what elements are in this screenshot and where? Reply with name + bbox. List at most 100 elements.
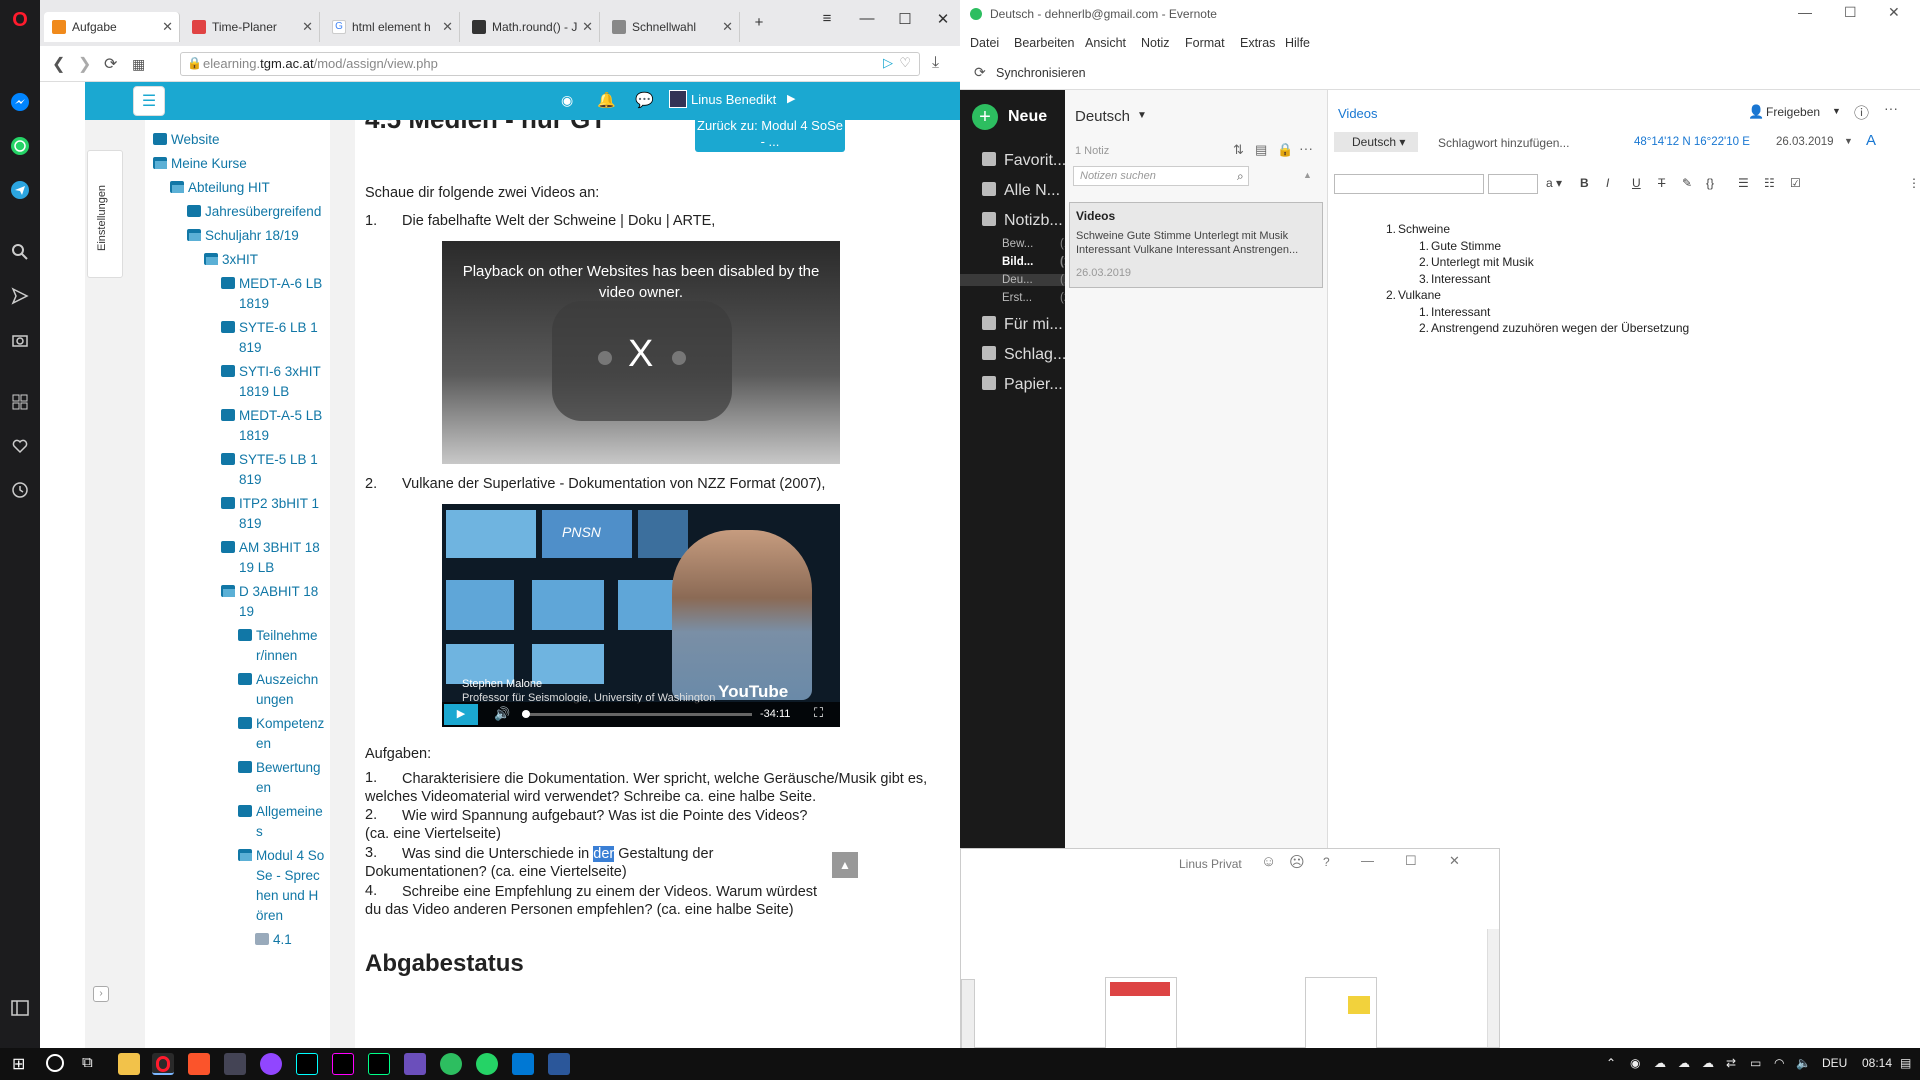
notebook-item-selected[interactable]: Deu...(1) xyxy=(960,274,1074,286)
send-icon[interactable] xyxy=(8,284,32,308)
info-icon[interactable]: ⓘ xyxy=(1854,102,1869,123)
close-tab-icon[interactable]: ✕ xyxy=(162,19,173,35)
share-button[interactable]: Freigeben xyxy=(1766,105,1820,119)
task-view-icon[interactable]: ⧉ xyxy=(82,1054,93,1071)
nav-tree-item[interactable]: Meine Kurse xyxy=(145,154,325,174)
menu-bearbeiten[interactable]: Bearbeiten xyxy=(1014,36,1074,50)
tab-time-planer[interactable]: Time-Planer ✕ xyxy=(184,12,320,42)
avatar[interactable] xyxy=(669,90,687,108)
more-icon[interactable]: ··· xyxy=(1299,140,1313,156)
toolbar-more-icon[interactable]: ⋮ xyxy=(1908,176,1920,190)
note-card[interactable]: Videos Schweine Gute Stimme Unterlegt mi… xyxy=(1069,202,1323,288)
menu-datei[interactable]: Datei xyxy=(970,36,999,50)
text-style-icon[interactable]: A xyxy=(1866,132,1876,149)
opera-logo-icon[interactable]: O xyxy=(8,8,32,32)
share-icon[interactable]: 👤 xyxy=(1748,104,1764,120)
note-body[interactable]: 1. Schweine 1. Gute Stimme 2. Unterlegt mit M… xyxy=(1328,222,1920,338)
nav-tree-item[interactable]: Modul 4 SoSe - Sprechen und Hören xyxy=(145,846,325,926)
tray-app-icon[interactable]: ☁ xyxy=(1702,1056,1714,1070)
search-icon[interactable]: ⌕ xyxy=(1237,169,1244,184)
cortana-icon[interactable] xyxy=(46,1054,64,1072)
more-icon[interactable]: ··· xyxy=(1884,100,1898,116)
menu-extras[interactable]: Extras xyxy=(1240,36,1275,50)
app-icon[interactable] xyxy=(260,1053,282,1075)
nav-tree-item[interactable]: Bewertungen xyxy=(145,758,325,798)
sync-button[interactable]: Synchronisieren xyxy=(996,66,1086,80)
sidebar-toggle-icon[interactable] xyxy=(8,996,32,1020)
notebook-item[interactable]: Erst...(2) xyxy=(1002,292,1074,304)
bullet-list-icon[interactable]: ☰ xyxy=(1738,176,1749,190)
notebook-item[interactable]: Bew...(1) xyxy=(1002,238,1074,250)
tab-math-round[interactable]: Math.round() - J ✕ xyxy=(464,12,600,42)
outlook-icon[interactable] xyxy=(512,1053,534,1075)
play-icon[interactable]: ▶ xyxy=(444,704,478,725)
speed-dial-icon[interactable] xyxy=(8,390,32,414)
caret-right-icon[interactable]: ▶ xyxy=(787,92,795,105)
collapse-icon[interactable]: ▲ xyxy=(1303,170,1312,180)
document-thumbnail[interactable] xyxy=(1105,977,1177,1049)
tab-schnellwahl[interactable]: Schnellwahl ✕ xyxy=(604,12,740,42)
minimize-icon[interactable]: — xyxy=(1361,853,1374,868)
app-icon[interactable] xyxy=(224,1053,246,1075)
tab-aufgabe[interactable]: Aufgabe ✕ xyxy=(44,12,180,42)
intellij-icon[interactable] xyxy=(296,1053,318,1075)
nav-tree-item[interactable]: ITP2 3bHIT 1819 xyxy=(145,494,325,534)
notebook-item[interactable]: Bild...(1) xyxy=(1002,256,1074,268)
target-icon[interactable]: ◉ xyxy=(561,92,573,109)
sidebar-item-favorites[interactable]: Favorit... xyxy=(982,152,1066,170)
forward-icon[interactable]: ❯ xyxy=(78,54,91,74)
windows-start-icon[interactable]: ⊞ xyxy=(12,1054,25,1074)
chat-icon[interactable]: 💬 xyxy=(635,91,654,109)
menu-ansicht[interactable]: Ansicht xyxy=(1085,36,1126,50)
close-window-icon[interactable]: ✕ xyxy=(1888,4,1900,21)
network-icon[interactable]: ◠ xyxy=(1774,1056,1784,1070)
tab-html-element[interactable]: G html element h ✕ xyxy=(324,12,460,42)
download-icon[interactable]: ⤓ xyxy=(932,54,939,72)
new-tab-icon[interactable]: + xyxy=(746,14,772,36)
menu-hilfe[interactable]: Hilfe xyxy=(1285,36,1310,50)
sidebar-item-all-notes[interactable]: Alle N... xyxy=(982,182,1060,200)
battery-icon[interactable]: ▭ xyxy=(1750,1056,1761,1070)
messenger-icon[interactable] xyxy=(8,90,32,114)
close-tab-icon[interactable]: ✕ xyxy=(722,19,733,35)
nav-tree-item[interactable]: Teilnehmer/innen xyxy=(145,626,325,666)
menu-toggle-icon[interactable]: ☰ xyxy=(133,86,165,116)
language-indicator[interactable]: DEU xyxy=(1822,1056,1847,1070)
progress-track[interactable] xyxy=(522,713,752,716)
new-note-button[interactable]: Neue xyxy=(1008,108,1047,126)
document-thumbnail[interactable] xyxy=(1305,977,1377,1049)
telegram-icon[interactable] xyxy=(8,178,32,202)
nav-tree-item[interactable]: Jahresübergreifend xyxy=(145,202,325,222)
maximize-icon[interactable]: ☐ xyxy=(892,10,918,32)
minimize-icon[interactable]: — xyxy=(1798,4,1812,20)
maximize-icon[interactable]: ☐ xyxy=(1405,853,1417,869)
progress-handle[interactable] xyxy=(522,710,530,718)
nav-tree-item[interactable]: AM 3BHIT 1819 LB xyxy=(145,538,325,578)
tray-app-icon[interactable]: ◉ xyxy=(1630,1056,1640,1070)
highlight-icon[interactable]: ✎ xyxy=(1682,176,1692,190)
chevron-down-icon[interactable]: ▼ xyxy=(1832,106,1841,116)
sidebar-item-trash[interactable]: Papier... xyxy=(982,376,1063,394)
close-window-icon[interactable]: ✕ xyxy=(1449,853,1460,869)
nav-tree-item[interactable]: SYTE-6 LB 1819 xyxy=(145,318,325,358)
tray-app-icon[interactable]: ⇄ xyxy=(1726,1056,1736,1070)
tray-app-icon[interactable]: ☁ xyxy=(1654,1056,1666,1070)
italic-icon[interactable]: I xyxy=(1606,176,1609,190)
sync-icon[interactable]: ⟳ xyxy=(974,64,986,81)
volume-icon[interactable]: 🔈 xyxy=(1796,1056,1811,1070)
frown-icon[interactable]: ☹ xyxy=(1289,853,1305,871)
menu-notiz[interactable]: Notiz xyxy=(1141,36,1169,50)
close-tab-icon[interactable]: ✕ xyxy=(302,19,313,35)
sidebar-item-tags[interactable]: Schlag... xyxy=(982,346,1066,364)
evernote-taskbar-icon[interactable] xyxy=(440,1053,462,1075)
note-title[interactable]: Videos xyxy=(1338,106,1378,121)
history-icon[interactable] xyxy=(8,478,32,502)
close-tab-icon[interactable]: ✕ xyxy=(442,19,453,35)
note-search-input[interactable]: Notizen suchen xyxy=(1073,166,1249,186)
checkbox-icon[interactable]: ☑ xyxy=(1790,176,1801,190)
nav-tree-item[interactable]: D 3ABHIT 1819 xyxy=(145,582,325,622)
close-tab-icon[interactable]: ✕ xyxy=(582,19,593,35)
notebook-chip[interactable]: Deutsch ▾ xyxy=(1334,132,1418,152)
note-date[interactable]: 26.03.2019 xyxy=(1776,136,1834,148)
tray-app-icon[interactable]: ☁ xyxy=(1678,1056,1690,1070)
